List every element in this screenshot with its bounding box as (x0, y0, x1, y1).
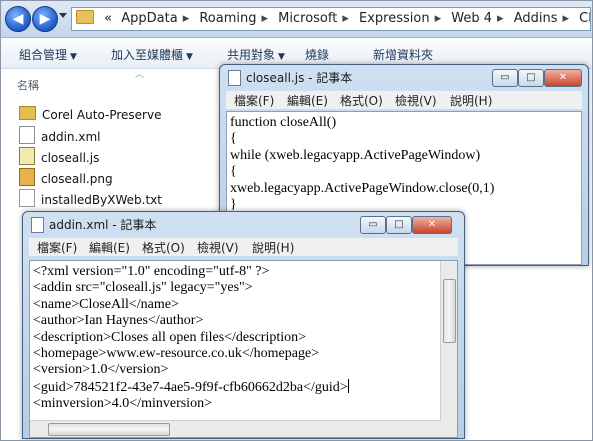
sort-arrow-icon: ︿ (135, 70, 145, 80)
include-in-library-label: 加入至媒體櫃 (111, 48, 184, 62)
organize-label: 組合管理 (19, 48, 68, 62)
image-file-icon (19, 168, 35, 186)
scroll-thumb[interactable] (443, 279, 456, 343)
file-name: closeall.js (41, 151, 100, 165)
code-line: <addin src="closeall.js" legacy="yes"> (33, 280, 253, 296)
folder-icon (76, 10, 94, 24)
code-line: <version>1.0</version> (33, 362, 169, 378)
breadcrumb-arrow-icon[interactable]: ▸ (497, 11, 504, 26)
file-name: addin.xml (41, 130, 101, 144)
text-cursor (347, 378, 349, 393)
menu-edit[interactable]: 編輯(E) (287, 92, 328, 109)
maximize-button[interactable]: □ (518, 69, 544, 87)
code-line: { (230, 131, 237, 147)
breadcrumb-item[interactable]: Roaming (199, 11, 256, 26)
file-item-txt[interactable]: installedByXWeb.txt (19, 189, 162, 207)
code-line: { (230, 164, 237, 180)
breadcrumb-arrow-icon[interactable]: ▸ (183, 11, 190, 26)
code-line: function closeAll() (230, 115, 337, 130)
breadcrumb-item[interactable]: CloseAll (579, 11, 590, 26)
forward-button[interactable]: ▶ (32, 6, 58, 32)
breadcrumb-item[interactable]: Addins (514, 11, 558, 26)
window-title: closeall.js - 記事本 (246, 71, 353, 85)
breadcrumb-item[interactable]: Microsoft (278, 11, 337, 26)
text-file-icon (19, 189, 35, 207)
file-item-png[interactable]: closeall.png (19, 168, 113, 186)
include-in-library-button[interactable]: 加入至媒體櫃 ▼ (111, 46, 193, 63)
close-button[interactable]: ✕ (544, 69, 582, 87)
menu-help[interactable]: 說明(H) (252, 239, 294, 256)
scrollbar-corner (441, 421, 457, 437)
code-line: <?xml version="1.0" encoding="utf-8" ?> (33, 264, 270, 279)
column-header-name[interactable]: 名稱 (17, 77, 39, 93)
chevron-down-icon: ▼ (278, 52, 285, 62)
minimize-button[interactable]: ▭ (492, 69, 518, 87)
menu-view[interactable]: 檢視(V) (197, 239, 239, 256)
notepad-icon (31, 217, 44, 233)
address-bar-area: ◀ ▶ « AppData ▸ Roaming ▸ Microsoft ▸ Expre… (1, 1, 592, 38)
share-with-label: 共用對象 (227, 48, 276, 62)
notepad-icon (228, 70, 241, 86)
breadcrumb-overflow[interactable]: « (104, 11, 112, 26)
code-line: <description>Closes all open files</desc… (33, 329, 307, 345)
minimize-button[interactable]: ▭ (360, 216, 386, 234)
back-button[interactable]: ◀ (5, 6, 31, 32)
breadcrumb-arrow-icon[interactable]: ▸ (342, 11, 349, 26)
breadcrumb-arrow-icon[interactable]: ▸ (435, 11, 442, 26)
file-name: installedByXWeb.txt (41, 193, 162, 207)
breadcrumb-item[interactable]: Expression (359, 11, 430, 26)
breadcrumb-item[interactable]: AppData (121, 11, 177, 26)
share-with-button[interactable]: 共用對象 ▼ (227, 46, 285, 63)
code-line: while (xweb.legacyapp.ActivePageWindow) (230, 147, 481, 163)
close-button[interactable]: ✕ (412, 216, 452, 234)
new-folder-button[interactable]: 新增資料夾 (373, 46, 433, 63)
vertical-scrollbar[interactable] (440, 261, 457, 421)
menu-bar: 檔案(F) 編輯(E) 格式(O) 檢視(V) 說明(H) (29, 238, 458, 256)
breadcrumb[interactable]: « AppData ▸ Roaming ▸ Microsoft ▸ Expressio… (71, 7, 591, 31)
code-line: <name>CloseAll</name> (33, 296, 179, 312)
recent-pages-dropdown[interactable] (59, 13, 67, 18)
explorer-window: ◀ ▶ « AppData ▸ Roaming ▸ Microsoft ▸ Expre… (0, 0, 593, 441)
maximize-button[interactable]: □ (386, 216, 412, 234)
burn-button[interactable]: 燒錄 (305, 46, 329, 63)
code-line: xweb.legacyapp.ActivePageWindow.close(0,… (230, 180, 495, 196)
chevron-down-icon: ▼ (70, 52, 77, 62)
menu-bar: 檔案(F) 編輯(E) 格式(O) 檢視(V) 說明(H) (226, 91, 582, 109)
file-name: Corel Auto-Preserve (42, 108, 162, 122)
menu-edit[interactable]: 編輯(E) (89, 239, 130, 256)
folder-icon (19, 106, 36, 120)
script-file-icon (19, 147, 35, 165)
code-line: <minversion>4.0</minversion> (33, 396, 212, 412)
breadcrumb-item[interactable]: Web 4 (451, 11, 492, 26)
chevron-down-icon: ▼ (186, 52, 193, 62)
xml-file-icon (19, 126, 35, 144)
horizontal-scrollbar[interactable] (30, 420, 441, 437)
file-item-xml[interactable]: addin.xml (19, 126, 100, 144)
menu-view[interactable]: 檢視(V) (395, 92, 437, 109)
code-line: <author>Ian Haynes</author> (33, 313, 204, 329)
title-bar[interactable]: addin.xml - 記事本 ▭ □ ✕ (23, 212, 464, 236)
menu-file[interactable]: 檔案(F) (234, 92, 274, 109)
window-title: addin.xml - 記事本 (49, 218, 157, 232)
menu-help[interactable]: 說明(H) (450, 92, 492, 109)
organize-button[interactable]: 組合管理 ▼ (19, 46, 77, 63)
file-item-js[interactable]: closeall.js (19, 147, 99, 165)
file-item-folder[interactable]: Corel Auto-Preserve (19, 106, 161, 124)
code-text: function closeAll() { while (xweb.legacy… (230, 115, 494, 213)
notepad-window-addin-xml: addin.xml - 記事本 ▭ □ ✕ 檔案(F) 編輯(E) 格式(O) … (22, 211, 465, 439)
menu-file[interactable]: 檔案(F) (37, 239, 77, 256)
text-editor[interactable]: <?xml version="1.0" encoding="utf-8" ?> … (29, 260, 458, 438)
menu-format[interactable]: 格式(O) (142, 239, 185, 256)
menu-format[interactable]: 格式(O) (340, 92, 383, 109)
code-text: <?xml version="1.0" encoding="utf-8" ?> … (33, 264, 349, 413)
scroll-thumb[interactable] (48, 423, 170, 436)
title-bar[interactable]: closeall.js - 記事本 ▭ □ ✕ (220, 65, 588, 89)
file-name: closeall.png (41, 172, 113, 186)
code-line: } (230, 197, 237, 213)
breadcrumb-arrow-icon[interactable]: ▸ (262, 11, 269, 26)
code-line: <guid>784521f2-43e7-4ae5-9f9f-cfb60662d2… (33, 379, 348, 395)
code-line: <homepage>www.ew-resource.co.uk</homepag… (33, 346, 320, 362)
breadcrumb-arrow-icon[interactable]: ▸ (562, 11, 569, 26)
